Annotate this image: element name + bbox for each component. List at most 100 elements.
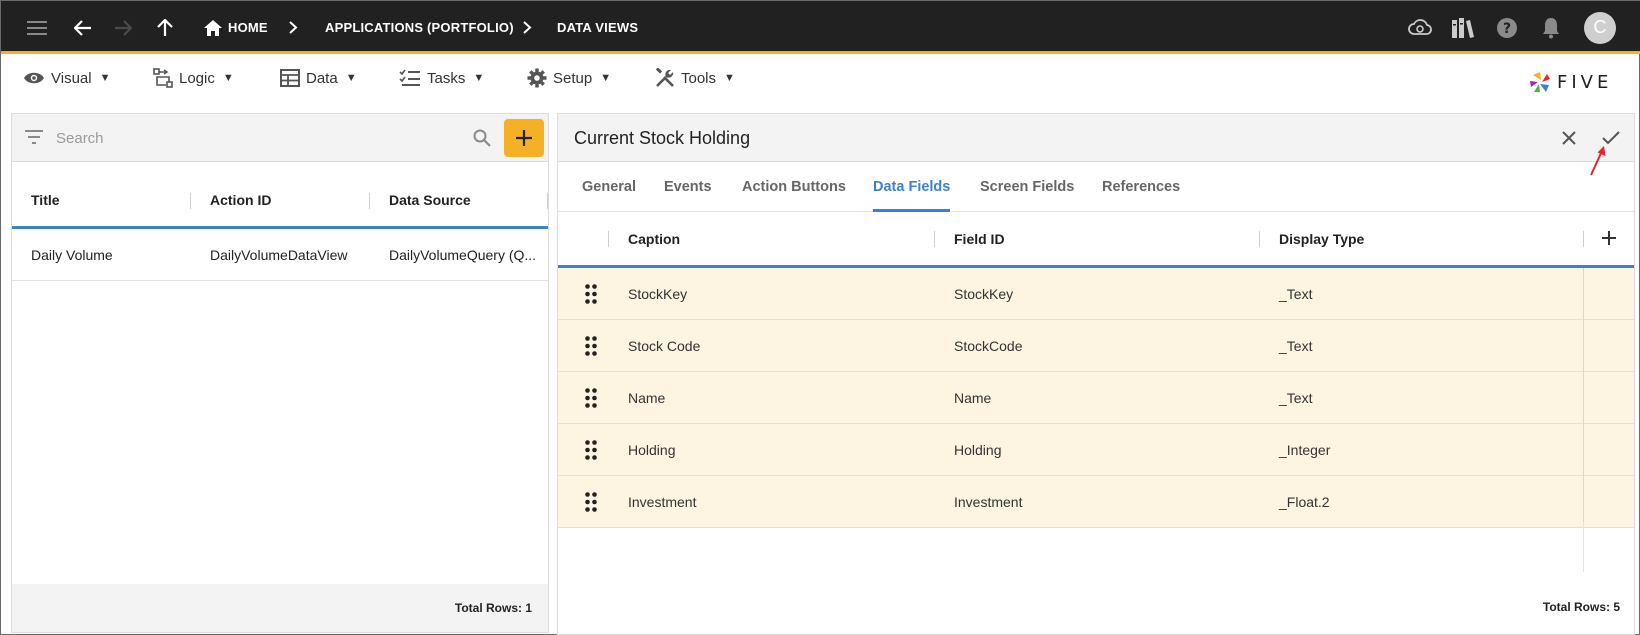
dropdown-arrow-icon: ▼	[222, 72, 234, 84]
cell-display-type: _Float.2	[1279, 494, 1330, 510]
library-icon[interactable]	[1449, 1, 1477, 54]
menu-tasks-label: Tasks	[427, 69, 466, 87]
tab-action-buttons[interactable]: Action Buttons	[742, 162, 846, 212]
column-divider[interactable]	[608, 231, 609, 247]
list-footer: Total Rows: 1	[12, 584, 548, 632]
menu-tools-label: Tools	[681, 69, 717, 87]
search-bar	[12, 114, 548, 162]
search-icon[interactable]	[473, 129, 491, 152]
column-divider[interactable]	[190, 193, 191, 209]
list-item-data-source: DailyVolumeQuery (Q...	[389, 247, 537, 263]
row-divider	[1583, 268, 1584, 320]
breadcrumb-data-views: DATA VIEWS	[557, 20, 639, 35]
column-header-field-id[interactable]: Field ID	[954, 212, 1005, 265]
close-icon[interactable]	[1554, 114, 1584, 162]
dropdown-arrow-icon: ▼	[724, 72, 735, 84]
table-icon	[280, 69, 300, 87]
svg-text:?: ?	[1503, 21, 1511, 37]
bell-icon[interactable]	[1537, 1, 1565, 54]
column-header-action-id[interactable]: Action ID	[210, 174, 271, 226]
cell-caption: Name	[628, 390, 666, 406]
cell-field-id: Investment	[954, 494, 1023, 510]
cell-field-id: Holding	[954, 442, 1002, 458]
column-header-display-type[interactable]: Display Type	[1279, 212, 1364, 265]
eye-icon	[24, 72, 44, 84]
menu-tasks[interactable]: Tasks ▼	[399, 63, 484, 93]
add-field-icon[interactable]	[1601, 230, 1617, 251]
add-button[interactable]	[504, 119, 544, 157]
cloud-sync-icon[interactable]	[1406, 1, 1434, 54]
cell-field-id: StockKey	[954, 286, 1014, 302]
tab-screen-fields[interactable]: Screen Fields	[980, 162, 1074, 212]
five-logo: FIVE	[1529, 71, 1612, 93]
menu-setup-label: Setup	[553, 69, 593, 87]
detail-tabs: General Events Action Buttons Data Field…	[558, 162, 1634, 212]
cell-field-id: StockCode	[954, 338, 1023, 354]
cell-display-type: _Text	[1279, 286, 1313, 302]
dropdown-arrow-icon: ▼	[345, 72, 357, 84]
tab-general[interactable]: General	[582, 162, 636, 212]
menu-tools[interactable]: Tools ▼	[655, 63, 735, 93]
cell-caption: StockKey	[628, 286, 688, 302]
drag-handle-icon[interactable]	[584, 491, 598, 513]
help-icon[interactable]: ?	[1493, 1, 1521, 54]
data-view-detail-panel: Current Stock Holding General Events Act…	[557, 113, 1635, 635]
cell-caption: Investment	[628, 494, 697, 510]
annotation-arrow-icon	[1589, 145, 1609, 182]
table-row[interactable]: Stock Code StockCode _Text	[558, 320, 1634, 372]
page-title: Current Stock Holding	[574, 127, 751, 148]
row-divider	[1583, 372, 1584, 424]
drag-handle-icon[interactable]	[584, 387, 598, 409]
chevron-right-icon	[289, 1, 298, 54]
dropdown-arrow-icon: ▼	[473, 72, 485, 84]
tasks-icon	[399, 69, 420, 86]
column-divider[interactable]	[934, 231, 935, 247]
menu-data-label: Data	[306, 69, 338, 87]
menu-logic-label: Logic	[179, 69, 215, 87]
list-item-title: Daily Volume	[31, 247, 113, 263]
list-item[interactable]: Daily Volume DailyVolumeDataView DailyVo…	[12, 229, 548, 281]
cell-display-type: _Text	[1279, 390, 1313, 406]
column-divider[interactable]	[1583, 231, 1584, 247]
column-divider[interactable]	[547, 193, 548, 209]
menu-icon[interactable]	[23, 1, 51, 54]
column-header-title[interactable]: Title	[31, 174, 60, 226]
drag-handle-icon[interactable]	[584, 439, 598, 461]
tab-references[interactable]: References	[1102, 162, 1180, 212]
table-row[interactable]: Name Name _Text	[558, 372, 1634, 424]
menu-logic[interactable]: Logic ▼	[153, 63, 234, 93]
column-divider[interactable]	[1259, 231, 1260, 247]
avatar-letter: C	[1584, 11, 1616, 44]
chevron-right-icon	[523, 1, 532, 54]
home-icon[interactable]	[201, 1, 225, 54]
back-icon[interactable]	[69, 1, 97, 54]
avatar[interactable]: C	[1583, 1, 1617, 54]
breadcrumb-applications[interactable]: APPLICATIONS (PORTFOLIO)	[325, 1, 514, 54]
drag-handle-icon[interactable]	[584, 335, 598, 357]
column-divider[interactable]	[369, 193, 370, 209]
row-divider	[1583, 424, 1584, 476]
menu-setup[interactable]: Setup ▼	[527, 63, 611, 93]
fields-grid-header: Caption Field ID Display Type	[558, 212, 1634, 268]
menu-data[interactable]: Data ▼	[280, 63, 357, 93]
search-input[interactable]	[56, 126, 436, 150]
tab-data-fields[interactable]: Data Fields	[873, 162, 951, 212]
table-row[interactable]: Investment Investment _Float.2	[558, 476, 1634, 528]
menu-visual[interactable]: Visual ▼	[23, 63, 110, 93]
column-header-data-source[interactable]: Data Source	[389, 174, 471, 226]
tab-events[interactable]: Events	[664, 162, 712, 212]
detail-title-bar: Current Stock Holding	[558, 114, 1634, 162]
total-rows-label: Total Rows: 5	[1542, 600, 1620, 614]
cell-display-type: _Integer	[1279, 442, 1331, 458]
drag-handle-icon[interactable]	[584, 283, 598, 305]
row-divider	[1583, 476, 1584, 528]
table-row[interactable]: Holding Holding _Integer	[558, 424, 1634, 476]
column-header-caption[interactable]: Caption	[628, 212, 680, 265]
breadcrumb-home[interactable]: HOME	[228, 1, 268, 54]
logo-text: FIVE	[1557, 71, 1613, 93]
up-icon[interactable]	[151, 1, 179, 54]
column-divider	[1583, 522, 1584, 572]
table-row[interactable]: StockKey StockKey _Text	[558, 268, 1634, 320]
filter-icon[interactable]	[24, 130, 44, 149]
cell-display-type: _Text	[1279, 338, 1313, 354]
